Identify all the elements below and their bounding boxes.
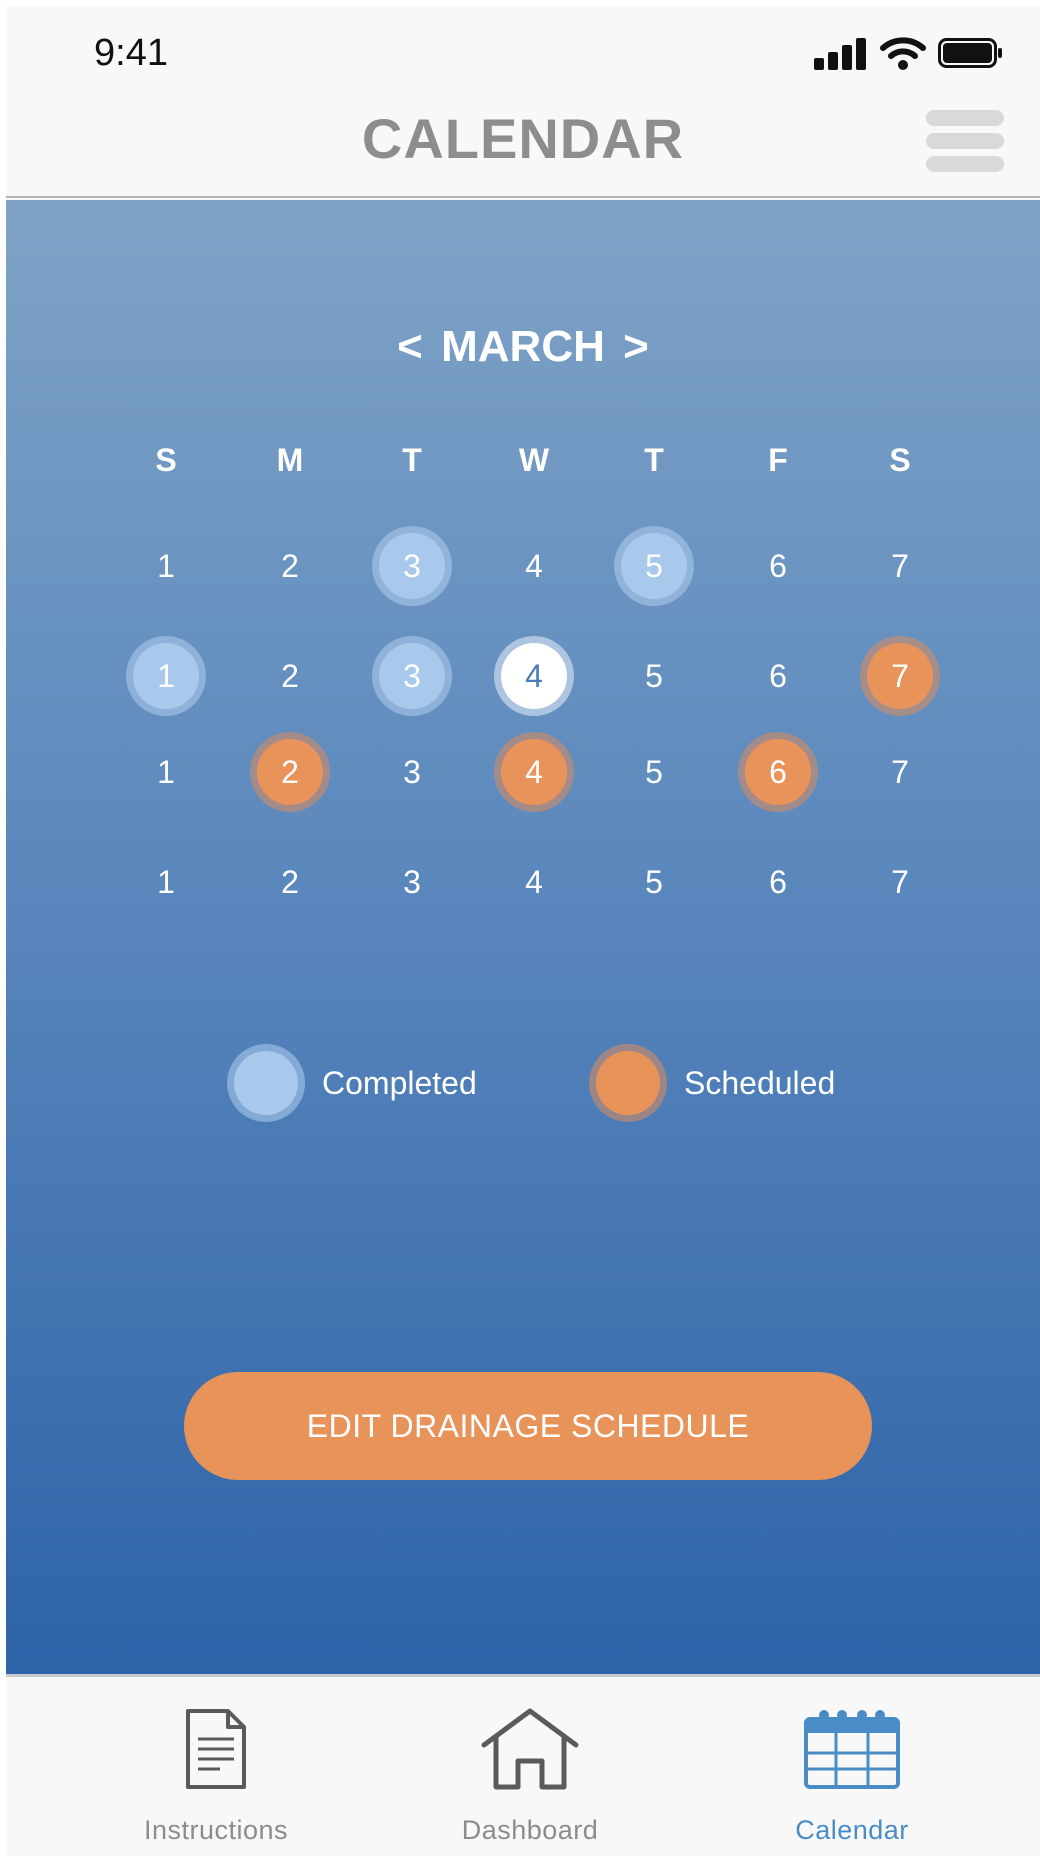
day-cell[interactable]: 4 bbox=[494, 842, 574, 922]
day-cell[interactable]: 3 bbox=[372, 732, 452, 812]
legend: Completed Scheduled bbox=[6, 1050, 1040, 1130]
scheduled-marker-icon bbox=[596, 1051, 660, 1115]
day-cell[interactable]: 5 bbox=[614, 732, 694, 812]
tab-calendar[interactable]: Calendar bbox=[722, 1677, 982, 1856]
day-cell[interactable]: 5 bbox=[614, 636, 694, 716]
home-icon bbox=[481, 1708, 579, 1790]
day-cell-scheduled[interactable]: 7 bbox=[867, 643, 933, 709]
weekday-label: T bbox=[644, 442, 664, 478]
weekday-label: F bbox=[768, 442, 788, 478]
navigation-bar: CALENDAR bbox=[6, 96, 1040, 198]
battery-icon bbox=[938, 38, 1002, 68]
day-cell-completed[interactable]: 3 bbox=[379, 533, 445, 599]
cellular-signal-icon bbox=[814, 36, 870, 70]
hamburger-menu-icon[interactable] bbox=[926, 110, 1004, 172]
tab-instructions[interactable]: Instructions bbox=[86, 1677, 346, 1856]
edit-drainage-schedule-button[interactable]: EDIT DRAINAGE SCHEDULE bbox=[184, 1372, 872, 1480]
legend-completed-label: Completed bbox=[322, 1064, 477, 1101]
status-icons bbox=[814, 36, 1004, 70]
legend-completed: Completed bbox=[234, 1050, 477, 1116]
legend-scheduled: Scheduled bbox=[596, 1050, 835, 1116]
day-cell[interactable]: 3 bbox=[372, 842, 452, 922]
month-label: MARCH bbox=[441, 322, 605, 371]
day-cell-scheduled[interactable]: 2 bbox=[257, 739, 323, 805]
next-month-button[interactable]: > bbox=[617, 322, 655, 372]
previous-month-button[interactable]: < bbox=[391, 322, 429, 372]
day-cell-completed[interactable]: 3 bbox=[379, 643, 445, 709]
day-cell[interactable]: 5 bbox=[614, 842, 694, 922]
calendar-panel: < MARCH > SMTWTFS 1234567123456712345671… bbox=[6, 200, 1040, 1674]
day-cell-today[interactable]: 4 bbox=[501, 643, 567, 709]
day-cell[interactable]: 2 bbox=[250, 526, 330, 606]
weekday-header: SMTWTFS bbox=[98, 442, 960, 482]
tab-bar: Instructions Dashboard Calendar bbox=[6, 1674, 1040, 1856]
day-cell-scheduled[interactable]: 4 bbox=[501, 739, 567, 805]
weekday-label: S bbox=[155, 442, 177, 478]
tab-dashboard[interactable]: Dashboard bbox=[400, 1677, 660, 1856]
page-title: CALENDAR bbox=[361, 107, 685, 170]
day-cell[interactable]: 1 bbox=[126, 842, 206, 922]
day-cell[interactable]: 6 bbox=[738, 636, 818, 716]
completed-marker-icon bbox=[234, 1051, 298, 1115]
document-icon bbox=[186, 1709, 246, 1789]
calendar-icon bbox=[804, 1710, 900, 1789]
tab-calendar-label: Calendar bbox=[795, 1815, 909, 1845]
day-cell[interactable]: 7 bbox=[860, 526, 940, 606]
day-cell[interactable]: 2 bbox=[250, 636, 330, 716]
day-cell[interactable]: 1 bbox=[126, 732, 206, 812]
day-cell[interactable]: 1 bbox=[126, 526, 206, 606]
weekday-label: M bbox=[276, 442, 304, 478]
weekday-label: S bbox=[889, 442, 911, 478]
weekday-label: W bbox=[518, 442, 550, 478]
status-bar: 9:41 bbox=[6, 6, 1040, 96]
day-cell-scheduled[interactable]: 6 bbox=[745, 739, 811, 805]
month-navigator: < MARCH > bbox=[6, 322, 1040, 372]
day-cell-completed[interactable]: 1 bbox=[133, 643, 199, 709]
day-cell[interactable]: 7 bbox=[860, 842, 940, 922]
wifi-icon bbox=[880, 37, 926, 70]
day-cell[interactable]: 2 bbox=[250, 842, 330, 922]
day-cell[interactable]: 6 bbox=[738, 526, 818, 606]
day-cell-completed[interactable]: 5 bbox=[621, 533, 687, 599]
day-cell[interactable]: 6 bbox=[738, 842, 818, 922]
day-cell[interactable]: 7 bbox=[860, 732, 940, 812]
tab-dashboard-label: Dashboard bbox=[461, 1815, 599, 1845]
app-screen: 9:41 CALENDAR < MARCH > S M T W T F S 1 … bbox=[6, 6, 1040, 1856]
legend-scheduled-label: Scheduled bbox=[684, 1064, 836, 1101]
day-cell[interactable]: 4 bbox=[494, 526, 574, 606]
weekday-label: T bbox=[402, 442, 422, 478]
tab-instructions-label: Instructions bbox=[143, 1815, 289, 1845]
status-time: 9:41 bbox=[94, 32, 168, 74]
